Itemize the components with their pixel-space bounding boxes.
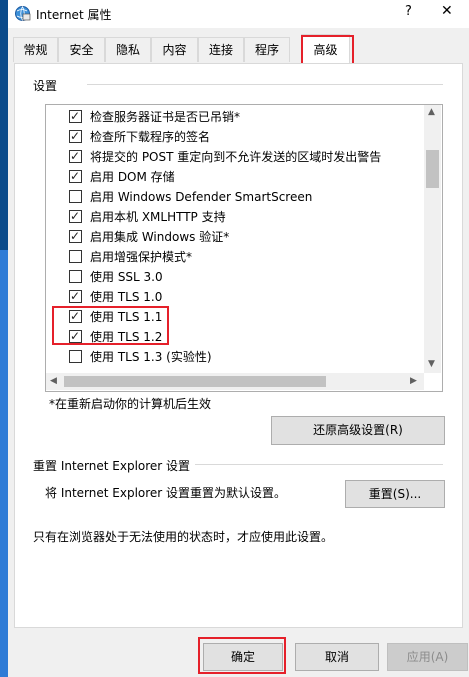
setting-label: 启用本机 XMLHTTP 支持 [90, 210, 226, 224]
checkbox[interactable] [69, 270, 82, 283]
restart-note: *在重新启动你的计算机后生效 [49, 397, 212, 411]
list-item[interactable]: ✓ 使用 TLS 1.0 [69, 287, 409, 305]
internet-globe-icon [15, 6, 31, 21]
checkmark-icon: ✓ [70, 169, 81, 183]
setting-label: 启用增强保护模式* [90, 250, 193, 264]
help-button[interactable]: ? [405, 4, 412, 19]
scroll-down-icon[interactable]: ▼ [428, 359, 435, 369]
list-item[interactable]: ✓ 将提交的 POST 重定向到不允许发送的区域时发出警告 [69, 147, 409, 165]
advanced-panel: 设置 ✓ 检查服务器证书是否已吊销* ✓ 检查所下载程序的签名 ✓ 将提交的 P… [14, 63, 463, 628]
setting-label: 使用 TLS 1.3 (实验性) [90, 350, 212, 364]
restore-advanced-button[interactable]: 还原高级设置(R) [271, 416, 445, 445]
checkbox[interactable] [69, 250, 82, 263]
close-button[interactable]: ✕ [441, 3, 453, 19]
checkmark-icon: ✓ [70, 229, 81, 243]
list-item[interactable]: ✓ 启用 DOM 存储 [69, 167, 409, 185]
window-title: Internet 属性 [36, 8, 112, 22]
checkmark-icon: ✓ [70, 109, 81, 123]
horizontal-scrollbar[interactable]: ◀ ▶ [46, 373, 424, 390]
list-item[interactable]: 启用 Windows Defender SmartScreen [69, 187, 409, 205]
list-item[interactable]: 使用 TLS 1.3 (实验性) [69, 347, 409, 365]
checkmark-icon: ✓ [70, 209, 81, 223]
checkbox[interactable]: ✓ [69, 149, 82, 163]
cancel-button[interactable]: 取消 [295, 643, 379, 671]
horizontal-scroll-thumb[interactable] [64, 376, 326, 387]
tab-programs[interactable]: 程序 [244, 37, 290, 62]
settings-list[interactable]: ✓ 检查服务器证书是否已吊销* ✓ 检查所下载程序的签名 ✓ 将提交的 POST… [45, 104, 443, 392]
background-window-edge [0, 0, 8, 677]
list-item[interactable]: ✓ 检查服务器证书是否已吊销* [69, 107, 409, 125]
list-item[interactable]: 使用 SSL 3.0 [69, 267, 409, 285]
setting-label: 启用集成 Windows 验证* [90, 230, 230, 244]
tab-privacy[interactable]: 隐私 [105, 37, 151, 62]
list-item[interactable]: ✓ 启用本机 XMLHTTP 支持 [69, 207, 409, 225]
checkbox[interactable]: ✓ [69, 229, 82, 243]
list-item[interactable]: 启用增强保护模式* [69, 247, 409, 265]
reset-divider [195, 464, 443, 465]
setting-label: 启用 Windows Defender SmartScreen [90, 190, 313, 204]
setting-label: 将提交的 POST 重定向到不允许发送的区域时发出警告 [90, 150, 382, 164]
scroll-left-icon[interactable]: ◀ [50, 376, 57, 386]
tab-general[interactable]: 常规 [13, 37, 58, 62]
vertical-scrollbar[interactable]: ▲ ▼ [424, 105, 441, 373]
apply-button[interactable]: 应用(A) [387, 643, 468, 671]
setting-label: 使用 TLS 1.0 [90, 290, 163, 304]
tab-security[interactable]: 安全 [58, 37, 105, 62]
scroll-right-icon[interactable]: ▶ [410, 376, 417, 386]
checkmark-icon: ✓ [70, 149, 81, 163]
settings-group-label: 设置 [33, 79, 58, 93]
title-bar: Internet 属性 ? ✕ [8, 0, 469, 28]
reset-note: 只有在浏览器处于无法使用的状态时，才应使用此设置。 [33, 530, 334, 544]
reset-group-label: 重置 Internet Explorer 设置 [33, 459, 191, 473]
checkmark-icon: ✓ [70, 289, 81, 303]
checkbox[interactable]: ✓ [69, 109, 82, 123]
checkbox[interactable] [69, 350, 82, 363]
vertical-scroll-thumb[interactable] [426, 150, 439, 188]
list-item[interactable]: ✓ 检查所下载程序的签名 [69, 127, 409, 145]
highlight-box-ok [198, 637, 286, 674]
tab-connections[interactable]: 连接 [198, 37, 244, 62]
tab-bar: 常规 安全 隐私 内容 连接 程序 高级 [8, 34, 469, 63]
setting-label: 启用 DOM 存储 [90, 170, 175, 184]
checkbox[interactable]: ✓ [69, 129, 82, 143]
checkmark-icon: ✓ [70, 129, 81, 143]
checkbox[interactable]: ✓ [69, 289, 82, 303]
group-divider [87, 84, 443, 85]
checkbox[interactable]: ✓ [69, 209, 82, 223]
setting-label: 检查服务器证书是否已吊销* [90, 110, 241, 124]
highlight-box-tls [52, 306, 169, 345]
checkbox[interactable]: ✓ [69, 169, 82, 183]
checkbox[interactable] [69, 190, 82, 203]
setting-label: 检查所下载程序的签名 [90, 130, 211, 144]
tab-content[interactable]: 内容 [151, 37, 198, 62]
scroll-up-icon[interactable]: ▲ [428, 107, 435, 117]
reset-button[interactable]: 重置(S)... [345, 480, 445, 508]
setting-label: 使用 SSL 3.0 [90, 270, 163, 284]
reset-description: 将 Internet Explorer 设置重置为默认设置。 [45, 486, 287, 500]
list-item[interactable]: ✓ 启用集成 Windows 验证* [69, 227, 409, 245]
